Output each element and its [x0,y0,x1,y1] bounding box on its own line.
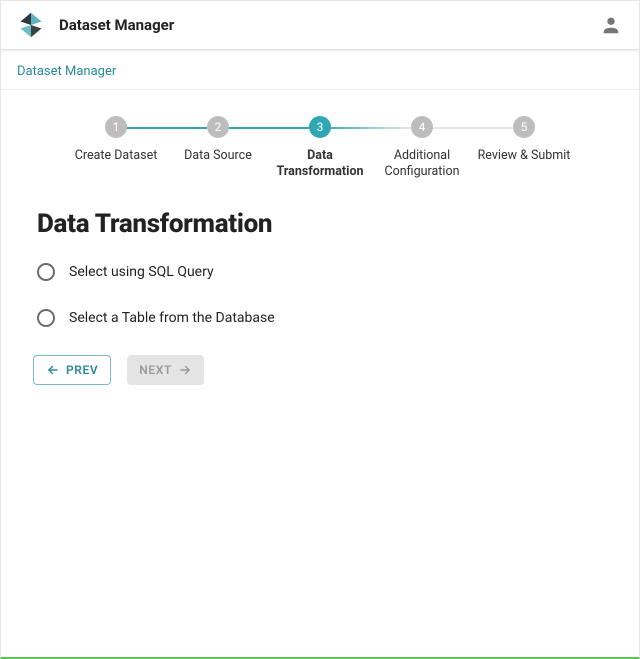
breadcrumb-item-dataset-manager[interactable]: Dataset Manager [17,64,116,79]
step-5[interactable]: 5 Review & Submit [473,116,575,179]
arrow-left-icon [46,363,60,377]
arrow-right-icon [178,363,192,377]
step-4-number: 4 [411,116,433,138]
step-1[interactable]: 1 Create Dataset [65,116,167,179]
next-button-label: NEXT [139,363,172,377]
step-2-label: Data Source [184,148,252,164]
step-4-label: Additional Configuration [374,148,470,179]
prev-button[interactable]: PREV [33,355,111,385]
radio-icon [37,309,55,327]
step-5-number: 5 [513,116,535,138]
step-3-number: 3 [309,116,331,138]
stepper: 1 Create Dataset 2 Data Source 3 Data Tr… [1,90,639,179]
prev-button-label: PREV [66,363,98,377]
user-icon[interactable] [599,13,623,37]
step-3[interactable]: 3 Data Transformation [269,116,371,179]
step-2-number: 2 [207,116,229,138]
option-select-table-label: Select a Table from the Database [69,310,275,326]
step-1-number: 1 [105,116,127,138]
app-header: Dataset Manager [1,1,639,49]
option-sql-query-label: Select using SQL Query [69,264,214,280]
breadcrumb: Dataset Manager [1,52,639,89]
radio-icon [37,263,55,281]
step-4[interactable]: 4 Additional Configuration [371,116,473,179]
step-2[interactable]: 2 Data Source [167,116,269,179]
option-select-table[interactable]: Select a Table from the Database [37,309,603,327]
next-button: NEXT [127,355,204,385]
step-3-label: Data Transformation [272,148,368,179]
step-1-label: Create Dataset [75,148,158,164]
page-heading: Data Transformation [37,209,603,239]
app-title: Dataset Manager [59,16,174,34]
step-5-label: Review & Submit [478,148,571,164]
option-sql-query[interactable]: Select using SQL Query [37,263,603,281]
app-logo-icon [17,11,45,39]
